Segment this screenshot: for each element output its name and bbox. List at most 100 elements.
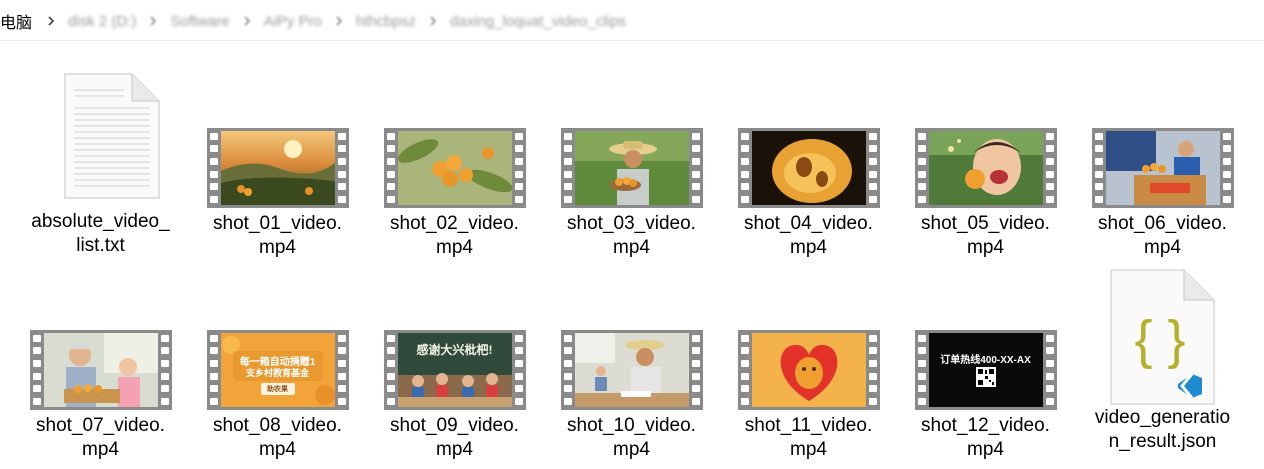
file-grid: absolute_video_ list.txt shot_01_video. <box>0 40 1264 469</box>
file-item[interactable]: 感谢大兴枇杷! shot_09_video. mp4 <box>366 330 543 462</box>
file-name: shot_03_video. mp4 <box>557 212 707 260</box>
file-name: shot_10_video. mp4 <box>557 414 707 462</box>
film-strip-frame: 感谢大兴枇杷! <box>383 330 526 410</box>
breadcrumb-item[interactable]: daxing_loquat_video_clips <box>450 13 626 30</box>
file-name: absolute_video_ list.txt <box>26 210 176 258</box>
breadcrumb-item[interactable]: Software <box>170 13 229 30</box>
file-name-line: shot_12_video. <box>921 415 1050 436</box>
file-name: shot_04_video. mp4 <box>734 212 884 260</box>
film-strip-frame: 每一箱自动捐赠1 支乡村教育基金 助农果 <box>206 330 349 410</box>
chevron-right-icon[interactable] <box>426 14 440 28</box>
file-item[interactable]: shot_07_video. mp4 <box>12 330 189 462</box>
breadcrumb-item[interactable]: hthcbpsz <box>356 13 416 30</box>
file-name: shot_06_video. mp4 <box>1088 212 1238 260</box>
video-thumbnail <box>560 330 703 410</box>
video-overlay-text: 订单热线400-XX-AX <box>940 355 1031 366</box>
qr-code-icon <box>975 367 996 387</box>
file-name: shot_09_video. mp4 <box>380 414 530 462</box>
breadcrumb-root[interactable]: 电脑 <box>0 9 32 33</box>
breadcrumb-item[interactable]: disk 2 (D:) <box>68 13 136 30</box>
video-thumbnail <box>737 128 880 208</box>
file-name: shot_12_video. mp4 <box>911 414 1061 462</box>
breadcrumb-item[interactable]: AiPy Pro <box>264 13 322 30</box>
film-strip-frame <box>737 128 880 208</box>
file-name-line: mp4 <box>436 439 473 460</box>
chevron-right-icon[interactable] <box>240 14 254 28</box>
film-strip-frame <box>29 330 172 410</box>
chevron-right-icon[interactable] <box>44 14 58 28</box>
file-item[interactable]: shot_05_video. mp4 <box>897 128 1074 260</box>
video-thumbnail: 订单热线400-XX-AX <box>914 330 1057 410</box>
file-item[interactable]: 订单热线400-XX-AX shot_12_video. mp4 <box>897 330 1074 462</box>
file-name-line: mp4 <box>436 237 473 258</box>
text-file-icon <box>12 70 189 202</box>
file-item[interactable]: shot_03_video. mp4 <box>543 128 720 260</box>
file-name-line: mp4 <box>967 439 1004 460</box>
file-name-line: absolute_video_ <box>31 211 170 232</box>
file-name-line: shot_05_video. <box>921 213 1050 234</box>
file-item[interactable]: shot_06_video. mp4 <box>1074 128 1251 260</box>
file-item[interactable]: shot_01_video. mp4 <box>189 128 366 260</box>
file-name-line: shot_09_video. <box>390 415 519 436</box>
file-item[interactable]: shot_04_video. mp4 <box>720 128 897 260</box>
video-thumbnail <box>1091 128 1234 208</box>
film-strip-frame: 订单热线400-XX-AX <box>914 330 1057 410</box>
file-name-line: mp4 <box>259 237 296 258</box>
file-name-line: shot_02_video. <box>390 213 519 234</box>
file-item[interactable]: shot_11_video. mp4 <box>720 330 897 462</box>
file-name: shot_11_video. mp4 <box>734 414 884 462</box>
file-item[interactable]: 每一箱自动捐赠1 支乡村教育基金 助农果 shot_08_video. mp4 <box>189 330 366 462</box>
video-thumbnail: 感谢大兴枇杷! <box>383 330 526 410</box>
file-name: shot_02_video. mp4 <box>380 212 530 260</box>
film-strip-frame <box>560 330 703 410</box>
file-item[interactable]: absolute_video_ list.txt <box>12 70 189 258</box>
file-name-line: shot_11_video. <box>744 415 873 436</box>
film-strip-frame <box>914 128 1057 208</box>
film-strip-frame <box>737 330 880 410</box>
chevron-right-icon[interactable] <box>146 14 160 28</box>
film-strip-frame <box>383 128 526 208</box>
video-thumbnail <box>914 128 1057 208</box>
file-item[interactable]: { } video_generatio n_result.json <box>1074 266 1251 454</box>
file-name-line: mp4 <box>613 237 650 258</box>
film-strip-frame <box>206 128 349 208</box>
video-thumbnail <box>737 330 880 410</box>
file-name-line: mp4 <box>1144 237 1181 258</box>
address-bar[interactable]: 电脑 disk 2 (D:) Software AiPy Pro hthcbps… <box>0 0 1264 41</box>
film-strip-frame <box>1091 128 1234 208</box>
svg-text:{ }: { } <box>1134 310 1185 370</box>
file-name: shot_01_video. mp4 <box>203 212 353 260</box>
file-item[interactable]: shot_10_video. mp4 <box>543 330 720 462</box>
file-name-line: shot_08_video. <box>213 415 342 436</box>
video-thumbnail <box>29 330 172 410</box>
file-name: shot_05_video. mp4 <box>911 212 1061 260</box>
video-thumbnail <box>560 128 703 208</box>
file-name-line: n_result.json <box>1108 431 1217 452</box>
file-name-line: mp4 <box>790 439 827 460</box>
file-name-line: mp4 <box>82 439 119 460</box>
file-name-line: shot_01_video. <box>213 213 342 234</box>
file-name: shot_08_video. mp4 <box>203 414 353 462</box>
film-strip-frame <box>560 128 703 208</box>
file-name-line: mp4 <box>967 237 1004 258</box>
chevron-right-icon[interactable] <box>332 14 346 28</box>
file-name: shot_07_video. mp4 <box>26 414 176 462</box>
video-thumbnail <box>206 128 349 208</box>
video-overlay-text: 感谢大兴枇杷! <box>416 343 493 357</box>
file-item[interactable]: shot_02_video. mp4 <box>366 128 543 260</box>
json-file-icon: { } <box>1074 266 1251 406</box>
file-name-line: shot_07_video. <box>36 415 165 436</box>
file-name-line: shot_04_video. <box>744 213 873 234</box>
file-name-line: shot_06_video. <box>1098 213 1227 234</box>
file-name-line: shot_10_video. <box>567 415 696 436</box>
file-name-line: mp4 <box>259 439 296 460</box>
file-name-line: shot_03_video. <box>567 213 696 234</box>
video-overlay-text: 支乡村教育基金 <box>245 368 309 378</box>
file-name-line: mp4 <box>790 237 827 258</box>
file-name-line: video_generatio <box>1094 407 1231 428</box>
file-name: video_generatio n_result.json <box>1088 406 1238 454</box>
video-thumbnail <box>383 128 526 208</box>
video-overlay-text: 助农果 <box>267 386 288 393</box>
video-thumbnail: 每一箱自动捐赠1 支乡村教育基金 助农果 <box>206 330 349 410</box>
file-name-line: mp4 <box>613 439 650 460</box>
